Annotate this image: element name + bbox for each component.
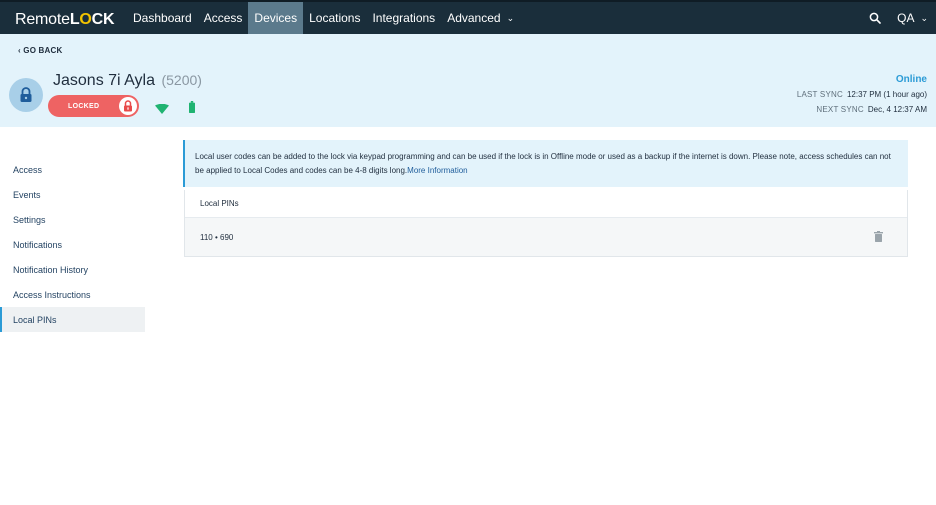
sidebar-item-access[interactable]: Access bbox=[0, 157, 145, 182]
sidebar-item-label: Local PINs bbox=[13, 314, 57, 325]
sidebar-item-notification-history[interactable]: Notification History bbox=[0, 257, 145, 282]
device-name: Jasons 7i Ayla bbox=[53, 72, 155, 89]
connection-status: Online bbox=[895, 74, 927, 85]
sidebar-item-events[interactable]: Events bbox=[0, 182, 145, 207]
chevron-down-icon: ⌄ bbox=[506, 12, 515, 23]
last-sync-label: LAST SYNC bbox=[796, 90, 843, 99]
sidebar-item-notifications[interactable]: Notifications bbox=[0, 232, 145, 257]
user-name: QA bbox=[897, 11, 915, 25]
next-sync: NEXT SYNC Dec, 4 12:37 AM bbox=[816, 105, 927, 114]
wifi-icon bbox=[155, 101, 169, 119]
sidebar-item-label: Notification History bbox=[13, 264, 89, 275]
main-nav: Dashboard Access Devices Locations Integ… bbox=[127, 2, 520, 34]
last-sync-value: 12:37 PM (1 hour ago) bbox=[846, 90, 927, 99]
nav-devices[interactable]: Devices bbox=[248, 2, 304, 34]
lock-icon bbox=[9, 78, 43, 112]
device-model: (5200) bbox=[161, 72, 202, 88]
next-sync-label: NEXT SYNC bbox=[816, 105, 864, 114]
trash-icon[interactable] bbox=[874, 231, 883, 244]
remotelock-logo[interactable]: RemoteLOCK bbox=[15, 11, 115, 29]
nav-label: Devices bbox=[254, 11, 298, 25]
more-information-link[interactable]: More Information bbox=[407, 166, 467, 175]
top-right-controls: QA ⌄ bbox=[861, 2, 928, 34]
nav-label: Access bbox=[203, 11, 243, 25]
column-header-local-pins: Local PINs bbox=[200, 199, 239, 208]
logo-text-suffix: CK bbox=[91, 11, 115, 28]
logo-text-o: O bbox=[79, 11, 92, 28]
info-text: Local user codes can be added to the loc… bbox=[195, 152, 891, 175]
nav-dashboard[interactable]: Dashboard bbox=[127, 2, 198, 34]
search-icon[interactable] bbox=[861, 2, 889, 34]
user-menu[interactable]: QA ⌄ bbox=[897, 11, 928, 25]
table-header: Local PINs bbox=[185, 190, 907, 218]
table-row: 110 • 690 bbox=[185, 218, 907, 256]
nav-label: Locations bbox=[309, 11, 361, 25]
lock-status-label: LOCKED bbox=[68, 102, 100, 110]
sidebar-item-label: Access Instructions bbox=[13, 289, 91, 300]
sidebar-item-label: Settings bbox=[13, 214, 46, 225]
sidebar-item-label: Notifications bbox=[13, 239, 63, 250]
nav-advanced[interactable]: Advanced ⌄ bbox=[441, 2, 520, 34]
sidebar-item-local-pins[interactable]: Local PINs bbox=[0, 307, 145, 332]
device-title: Jasons 7i Ayla (5200) bbox=[53, 72, 202, 90]
nav-integrations[interactable]: Integrations bbox=[366, 2, 441, 34]
local-pins-table: Local PINs 110 • 690 bbox=[184, 190, 908, 257]
nav-access[interactable]: Access bbox=[198, 2, 249, 34]
nav-label: Dashboard bbox=[133, 11, 192, 25]
last-sync: LAST SYNC 12:37 PM (1 hour ago) bbox=[797, 90, 927, 99]
next-sync-value: Dec, 4 12:37 AM bbox=[867, 105, 927, 114]
device-sidebar: Access Events Settings Notifications Not… bbox=[0, 157, 145, 332]
lock-status-toggle[interactable]: LOCKED bbox=[48, 95, 139, 117]
sidebar-item-label: Events bbox=[13, 189, 41, 200]
go-back-link[interactable]: ‹ GO BACK bbox=[18, 46, 62, 55]
nav-label: Integrations bbox=[372, 11, 436, 25]
logo-text-l: L bbox=[69, 11, 80, 28]
sidebar-item-label: Access bbox=[13, 164, 43, 175]
pin-value: 110 • 690 bbox=[200, 232, 234, 242]
battery-icon bbox=[189, 100, 195, 118]
top-navbar: RemoteLOCK Dashboard Access Devices Loca… bbox=[0, 0, 936, 34]
logo-text-prefix: Remote bbox=[15, 11, 70, 28]
nav-locations[interactable]: Locations bbox=[303, 2, 366, 34]
padlock-icon bbox=[119, 97, 137, 115]
local-pins-info-banner: Local user codes can be added to the loc… bbox=[183, 140, 908, 187]
sidebar-item-access-instructions[interactable]: Access Instructions bbox=[0, 282, 145, 307]
device-header: ‹ GO BACK Jasons 7i Ayla (5200) LOCKED O… bbox=[0, 34, 936, 127]
chevron-down-icon: ⌄ bbox=[920, 12, 928, 23]
sidebar-item-settings[interactable]: Settings bbox=[0, 207, 145, 232]
nav-label: Advanced bbox=[447, 11, 501, 25]
